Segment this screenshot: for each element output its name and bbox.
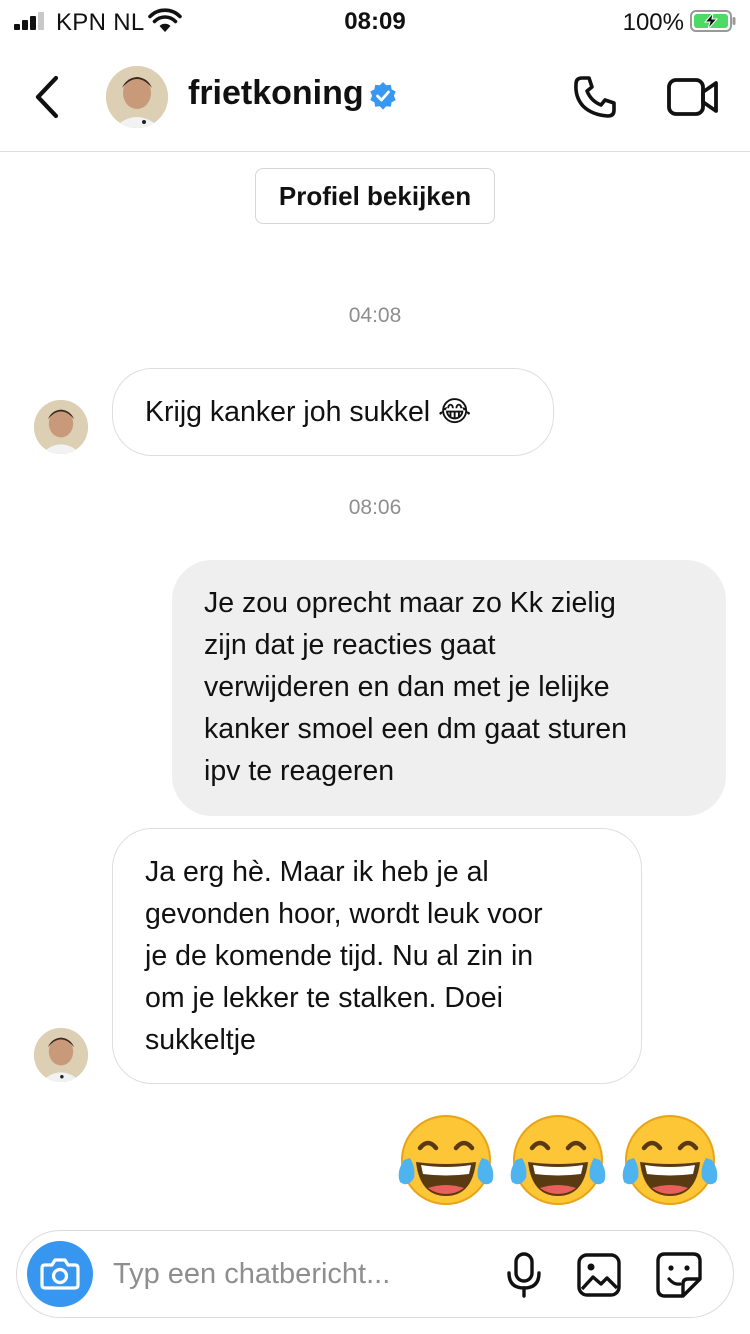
- microphone-icon[interactable]: [505, 1251, 543, 1299]
- message-composer: [16, 1230, 734, 1318]
- tears-of-joy-emoji-icon: [392, 1110, 732, 1210]
- camera-icon: [40, 1258, 80, 1290]
- message-timestamp: 08:06: [348, 496, 402, 519]
- chat-username[interactable]: frietkoning: [188, 74, 364, 113]
- video-camera-icon[interactable]: [666, 74, 720, 120]
- battery-charging-icon: [690, 10, 736, 32]
- phone-icon[interactable]: [570, 72, 620, 122]
- battery-percentage: 100%: [622, 9, 684, 36]
- chat-header: frietkoning: [0, 42, 750, 152]
- incoming-message-bubble[interactable]: Ja erg hè. Maar ik heb je al gevonden ho…: [112, 828, 642, 1084]
- message-line: Je zou oprecht maar zo Kk zielig: [204, 587, 616, 619]
- message-line: verwijderen en dan met je lelijke: [204, 671, 610, 703]
- message-line: gevonden hoor, wordt leuk voor: [145, 898, 543, 930]
- status-bar: KPN NL 08:09 100%: [0, 0, 750, 42]
- message-line: sukkeltje: [145, 1024, 256, 1056]
- message-line: je de komende tijd. Nu al zin in: [145, 940, 534, 972]
- message-timestamp: 04:08: [348, 304, 402, 327]
- message-line: Ja erg hè. Maar ik heb je al: [145, 856, 489, 888]
- sender-avatar[interactable]: [34, 400, 88, 454]
- message-line: om je lekker te stalken. Doei: [145, 982, 503, 1014]
- message-line: zijn dat je reacties gaat: [204, 629, 496, 661]
- outgoing-message-bubble[interactable]: Je zou oprecht maar zo Kk zielig zijn da…: [172, 560, 726, 816]
- message-line: ipv te reageren: [204, 755, 395, 787]
- message-text: Krijg kanker joh sukkel 😂: [145, 396, 472, 428]
- gallery-icon[interactable]: [577, 1253, 621, 1297]
- back-chevron-icon[interactable]: [28, 74, 68, 120]
- message-line: kanker smoel een dm gaat sturen: [204, 713, 627, 745]
- emoji-message[interactable]: [392, 1110, 732, 1210]
- verified-badge-icon: [370, 82, 396, 110]
- message-input[interactable]: [113, 1253, 473, 1295]
- camera-button[interactable]: [27, 1241, 93, 1307]
- sender-avatar[interactable]: [34, 1028, 88, 1082]
- incoming-message-bubble[interactable]: Krijg kanker joh sukkel 😂: [112, 368, 554, 456]
- sticker-icon[interactable]: [655, 1251, 703, 1299]
- avatar[interactable]: [106, 66, 168, 128]
- view-profile-button[interactable]: Profiel bekijken: [255, 168, 495, 224]
